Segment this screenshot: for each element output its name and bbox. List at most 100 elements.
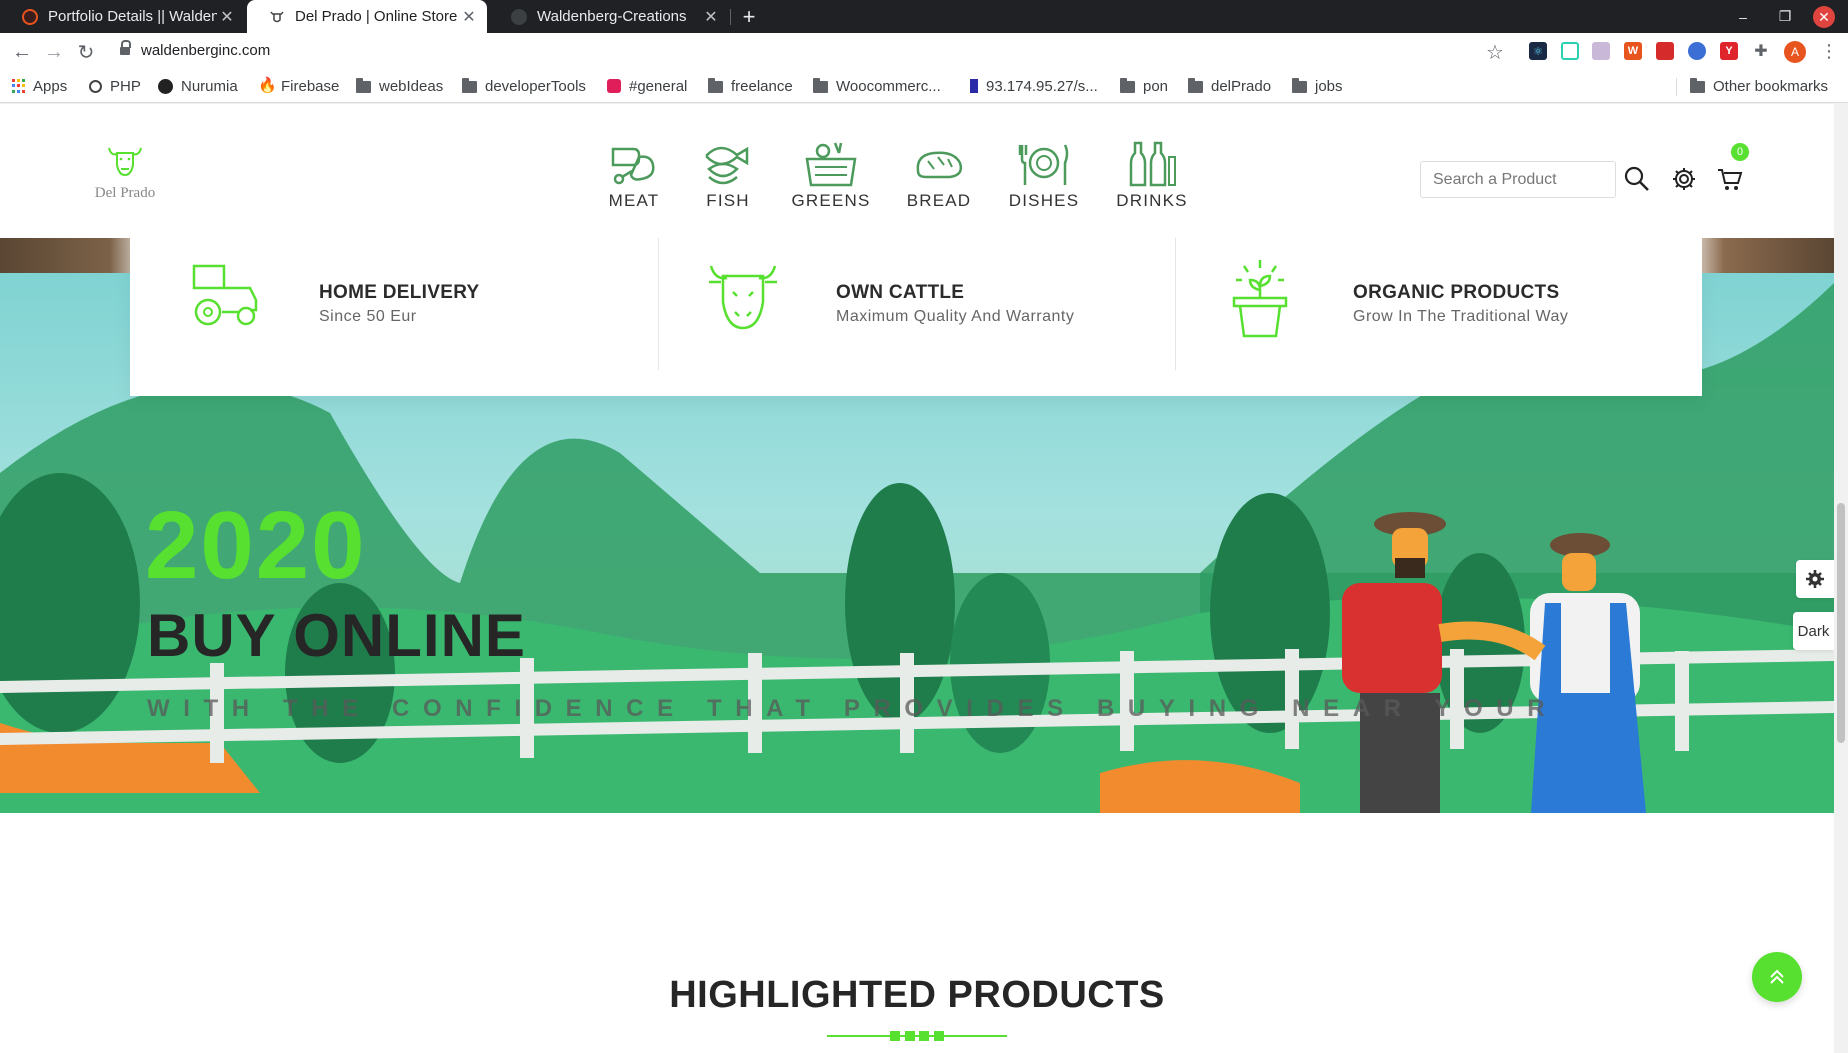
folder-icon (1188, 78, 1203, 93)
bookmark-label: Woocommerc... (836, 77, 941, 95)
extension-icon[interactable] (1688, 42, 1706, 60)
bookmark-label: jobs (1315, 77, 1343, 95)
category-label: GREENS (791, 191, 871, 210)
features-bar: HOME DELIVERY Since 50 Eur OWN CATTLE Ma… (130, 238, 1702, 396)
bookmark-freelance[interactable]: freelance (708, 75, 793, 97)
category-label: DISHES (1008, 191, 1080, 210)
bookmark-label: 93.174.95.27/s... (986, 77, 1098, 95)
nurumia-icon (158, 78, 173, 94)
extension-icon[interactable] (1561, 42, 1579, 60)
feature-organic-products: ORGANIC PRODUCTS Grow In The Traditional… (1164, 238, 1681, 370)
bookmark-jobs[interactable]: jobs (1292, 75, 1343, 97)
category-drinks[interactable]: DRINKS (1104, 139, 1200, 211)
settings-gear-icon[interactable] (1671, 166, 1697, 197)
bookmark-apps[interactable]: Apps (12, 75, 67, 97)
bookmark-label: developerTools (485, 77, 586, 95)
back-icon[interactable]: ← (10, 40, 34, 64)
feature-home-delivery: HOME DELIVERY Since 50 Eur (130, 238, 647, 370)
page-scrollbar[interactable] (1834, 103, 1848, 1053)
browser-tab[interactable]: Portfolio Details || Waldenberg ✕ (0, 0, 245, 33)
category-bread[interactable]: BREAD (891, 139, 987, 211)
window-close-icon[interactable]: ✕ (1813, 6, 1835, 28)
close-tab-icon[interactable]: ✕ (459, 7, 479, 27)
bookmark-label: #general (629, 77, 688, 95)
restore-icon[interactable]: ❐ (1772, 0, 1798, 33)
theme-settings-gear-icon[interactable] (1796, 560, 1834, 598)
cart-icon[interactable] (1717, 166, 1743, 197)
bookmark-label: PHP (110, 77, 141, 95)
reload-icon[interactable]: ↻ (74, 40, 98, 64)
address-bar[interactable]: waldenberginc.com (141, 42, 270, 59)
extension-icon[interactable]: W (1624, 42, 1642, 60)
bookmark-label: webIdeas (379, 77, 444, 95)
bookmark-label: Other bookmarks (1713, 77, 1829, 95)
site-favicon-icon (22, 8, 38, 25)
bread-icon (916, 151, 963, 179)
bookmark-php[interactable]: PHP (89, 75, 141, 97)
category-meat[interactable]: MEAT (586, 139, 682, 211)
bookmark-label: pon (1143, 77, 1169, 95)
bookmark-label: freelance (731, 77, 793, 95)
bookmark-pon[interactable]: pon (1120, 75, 1168, 97)
greens-icon (805, 142, 857, 187)
bookmark-developertools[interactable]: developerTools (462, 75, 586, 97)
extensions-puzzle-icon[interactable]: ✚ (1752, 42, 1770, 60)
server-icon (970, 79, 978, 93)
feature-subtitle: Grow In The Traditional Way (1353, 308, 1569, 325)
bookmark-firebase[interactable]: 🔥 Firebase (258, 75, 339, 97)
extension-icon[interactable]: Y (1720, 42, 1738, 60)
close-tab-icon[interactable]: ✕ (701, 7, 721, 27)
scroll-to-top-button[interactable] (1752, 952, 1802, 1002)
bookmark-general[interactable]: #general (607, 75, 687, 97)
double-chevron-up-icon (1770, 969, 1784, 984)
bookmark-webideas[interactable]: webIdeas (356, 75, 443, 97)
bookmarks-divider (1676, 78, 1677, 96)
site-logo[interactable]: Del Prado (90, 144, 160, 202)
forward-icon[interactable]: → (42, 40, 66, 64)
category-label: FISH (706, 191, 750, 210)
extension-icon[interactable] (1656, 42, 1674, 60)
browser-tab-active[interactable]: Del Prado | Online Store ✕ (247, 0, 487, 33)
search-input[interactable] (1420, 161, 1616, 198)
tab-title: Waldenberg-Creations (537, 8, 687, 25)
category-label: MEAT (608, 191, 660, 210)
bull-logo-icon (108, 147, 142, 177)
browser-tab[interactable]: Waldenberg-Creations ✕ (489, 0, 729, 33)
section-title: HIGHLIGHTED PRODUCTS (669, 974, 1165, 1016)
feature-title: ORGANIC PRODUCTS (1353, 282, 1560, 303)
category-fish[interactable]: FISH (680, 139, 776, 211)
bookmark-ip[interactable]: 93.174.95.27/s... (967, 75, 1098, 97)
hero-subtitle: WITH THE CONFIDENCE THAT PROVIDES BUYING… (147, 695, 1559, 722)
bookmark-label: delPrado (1211, 77, 1272, 95)
apps-grid-icon (12, 79, 25, 93)
category-dishes[interactable]: DISHES (996, 139, 1092, 211)
menu-kebab-icon[interactable]: ⋮ (1820, 41, 1838, 62)
lock-icon (120, 40, 131, 57)
category-greens[interactable]: GREENS (783, 139, 879, 211)
section-divider-dots (890, 1031, 944, 1041)
fish-icon (705, 146, 749, 185)
search-icon[interactable] (1624, 166, 1650, 197)
folder-icon (708, 78, 723, 93)
site-favicon-icon (511, 8, 527, 25)
extension-icon[interactable] (1592, 42, 1610, 60)
close-tab-icon[interactable]: ✕ (217, 7, 237, 27)
folder-icon (1120, 78, 1135, 93)
dark-mode-toggle[interactable]: Dark (1793, 612, 1834, 650)
bookmark-delprado[interactable]: delPrado (1188, 75, 1271, 97)
react-devtools-icon[interactable]: ⚛ (1529, 42, 1547, 60)
browser-tab-bar: Portfolio Details || Waldenberg ✕ Del Pr… (0, 0, 1848, 33)
drinks-icon (1129, 141, 1176, 187)
feature-title: HOME DELIVERY (319, 282, 480, 303)
minimize-icon[interactable]: – (1730, 0, 1756, 33)
profile-avatar[interactable]: A (1784, 41, 1806, 63)
scrollbar-thumb[interactable] (1837, 503, 1845, 743)
php-icon (89, 79, 102, 93)
cow-icon (709, 265, 777, 330)
new-tab-icon[interactable]: + (736, 0, 762, 33)
bookmark-other[interactable]: Other bookmarks (1690, 75, 1828, 97)
dishes-icon (1018, 144, 1069, 185)
bookmark-star-icon[interactable]: ☆ (1486, 40, 1504, 65)
bookmark-nurumia[interactable]: Nurumia (158, 75, 238, 97)
bookmark-woocommerce[interactable]: Woocommerc... (813, 75, 941, 97)
